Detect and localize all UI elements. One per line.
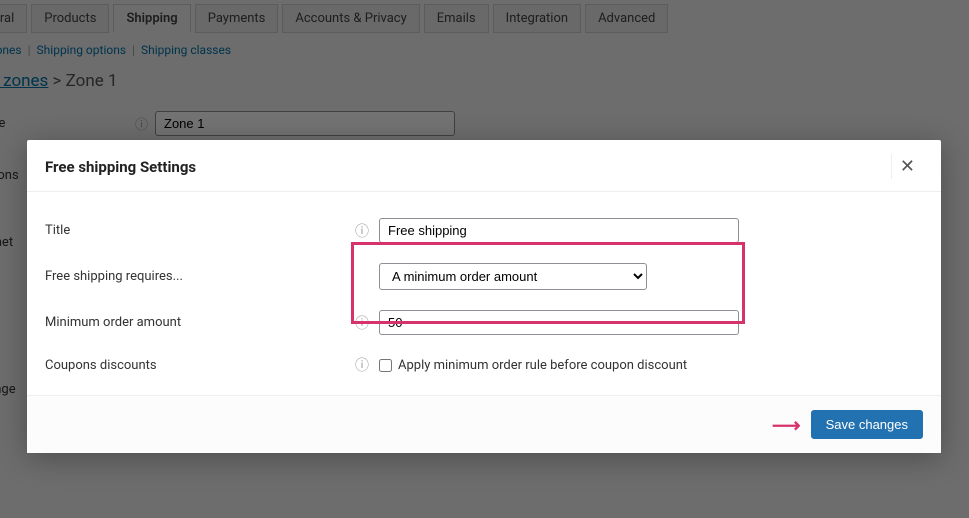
close-icon[interactable]: ✕: [891, 154, 923, 179]
requires-select[interactable]: A minimum order amount: [379, 263, 647, 290]
modal-title: Free shipping Settings: [45, 158, 196, 176]
coupons-checkbox-label: Apply minimum order rule before coupon d…: [398, 358, 687, 373]
row-minimum: Minimum order amount ⓘ: [45, 300, 923, 345]
min-amount-label: Minimum order amount: [45, 315, 355, 330]
help-icon[interactable]: ⓘ: [355, 355, 379, 375]
row-requires: Free shipping requires... A minimum orde…: [45, 253, 923, 300]
row-coupons: Coupons discounts ⓘ Apply minimum order …: [45, 345, 923, 385]
title-label: Title: [45, 223, 355, 238]
requires-label: Free shipping requires...: [45, 269, 355, 284]
save-changes-button[interactable]: Save changes: [811, 410, 923, 439]
annotation-arrow-icon: ⟶: [772, 413, 801, 437]
coupons-checkbox[interactable]: [379, 359, 392, 372]
help-icon[interactable]: ⓘ: [355, 221, 379, 241]
help-icon[interactable]: ⓘ: [355, 313, 379, 333]
free-shipping-modal: Free shipping Settings ✕ Title ⓘ Free sh…: [27, 140, 941, 453]
row-title: Title ⓘ: [45, 208, 923, 253]
title-input[interactable]: [379, 218, 739, 243]
coupons-label: Coupons discounts: [45, 358, 355, 373]
min-amount-input[interactable]: [379, 310, 739, 335]
